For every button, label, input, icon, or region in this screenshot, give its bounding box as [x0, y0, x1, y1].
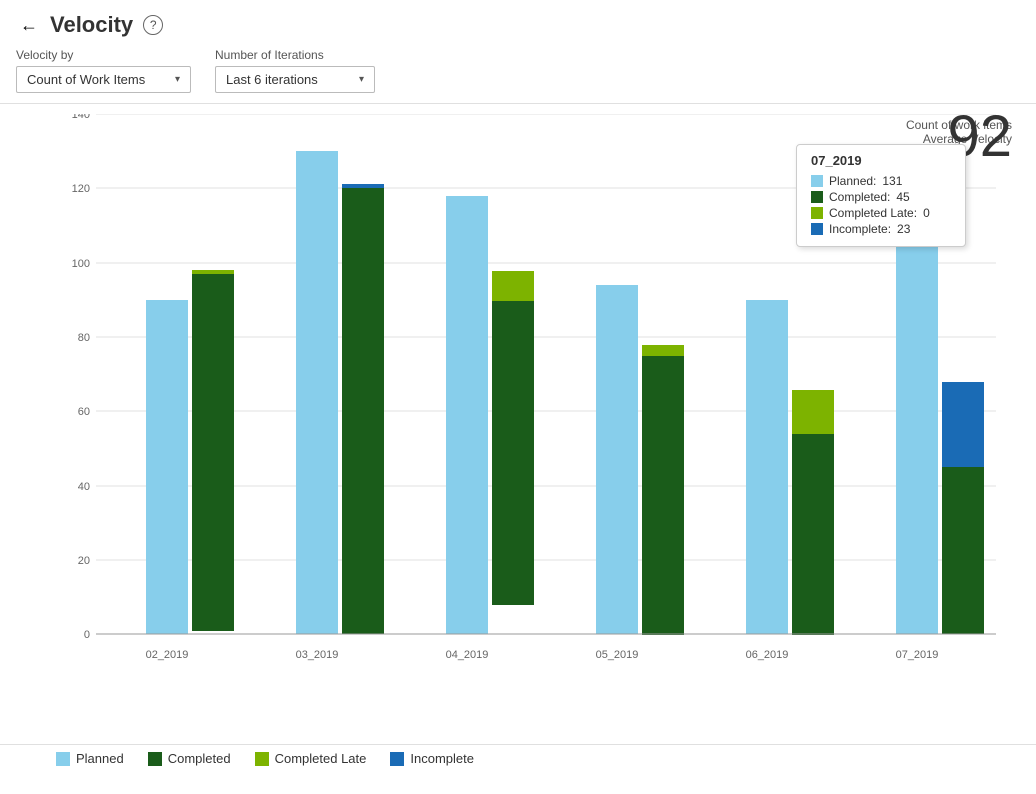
bar-completed-4 — [792, 434, 834, 635]
tooltip: 07_2019 Planned: 131 Completed: 45 Compl… — [796, 144, 966, 247]
bar-completed-late-4 — [792, 390, 834, 434]
svg-text:0: 0 — [84, 629, 90, 641]
chart-area: Count of work items Average Velocity 92 … — [0, 104, 1036, 784]
tooltip-planned-label: Planned: — [829, 174, 876, 188]
svg-text:60: 60 — [78, 406, 90, 418]
tooltip-completed-swatch — [811, 191, 823, 203]
bar-planned-4 — [746, 300, 788, 634]
svg-text:80: 80 — [78, 332, 90, 344]
bar-completed-1 — [342, 188, 384, 634]
bar-planned-3 — [596, 285, 638, 634]
tooltip-planned-row: Planned: 131 — [811, 174, 951, 188]
tooltip-completed-late-value: 0 — [923, 206, 930, 220]
help-icon[interactable]: ? — [143, 15, 163, 35]
bar-completed-late-3 — [642, 345, 684, 356]
tooltip-planned-swatch — [811, 175, 823, 187]
bar-completed-late-2 — [492, 271, 534, 301]
svg-text:140: 140 — [72, 114, 90, 121]
svg-text:07_2019: 07_2019 — [896, 649, 939, 661]
tooltip-incomplete-value: 23 — [897, 222, 910, 236]
summary: Count of work items Average Velocity 92 — [906, 118, 1012, 146]
iterations-label: Number of Iterations — [215, 48, 375, 62]
header: ← Velocity ? — [0, 0, 1036, 44]
tooltip-completed-value: 45 — [896, 190, 909, 204]
tooltip-completed-late-row: Completed Late: 0 — [811, 206, 951, 220]
bar-completed-2 — [492, 300, 534, 605]
back-button[interactable]: ← — [16, 13, 42, 38]
tooltip-planned-value: 131 — [882, 174, 902, 188]
tooltip-incomplete-label: Incomplete: — [829, 222, 891, 236]
bar-planned-2 — [446, 196, 488, 634]
iterations-dropdown-arrow: ▾ — [359, 74, 364, 85]
velocity-by-label: Velocity by — [16, 48, 191, 62]
controls-area: Velocity by Count of Work Items ▾ Number… — [0, 44, 1036, 103]
svg-text:02_2019: 02_2019 — [146, 649, 189, 661]
svg-text:100: 100 — [72, 258, 90, 270]
tooltip-completed-late-swatch — [811, 207, 823, 219]
svg-text:06_2019: 06_2019 — [746, 649, 789, 661]
bar-planned-1 — [296, 151, 338, 634]
svg-text:04_2019: 04_2019 — [446, 649, 489, 661]
iterations-control: Number of Iterations Last 6 iterations ▾ — [215, 48, 375, 93]
bar-planned-0 — [146, 300, 188, 634]
svg-text:40: 40 — [78, 481, 90, 493]
bar-completed-3 — [642, 356, 684, 635]
page-title: Velocity — [50, 12, 133, 38]
svg-text:03_2019: 03_2019 — [296, 649, 339, 661]
iterations-dropdown[interactable]: Last 6 iterations ▾ — [215, 66, 375, 93]
bar-completed-late-0 — [192, 270, 234, 274]
velocity-by-control: Velocity by Count of Work Items ▾ — [16, 48, 191, 93]
bar-completed-0 — [192, 274, 234, 631]
bar-incomplete-1 — [342, 184, 384, 188]
tooltip-incomplete-row: Incomplete: 23 — [811, 222, 951, 236]
velocity-by-dropdown-arrow: ▾ — [175, 74, 180, 85]
tooltip-incomplete-swatch — [811, 223, 823, 235]
svg-text:120: 120 — [72, 183, 90, 195]
svg-text:20: 20 — [78, 555, 90, 567]
tooltip-completed-late-label: Completed Late: — [829, 206, 917, 220]
velocity-by-dropdown[interactable]: Count of Work Items ▾ — [16, 66, 191, 93]
tooltip-completed-label: Completed: — [829, 190, 890, 204]
svg-text:05_2019: 05_2019 — [596, 649, 639, 661]
tooltip-completed-row: Completed: 45 — [811, 190, 951, 204]
tooltip-title: 07_2019 — [811, 153, 951, 168]
bar-completed-5 — [942, 467, 984, 634]
bar-incomplete-5 — [942, 382, 984, 467]
